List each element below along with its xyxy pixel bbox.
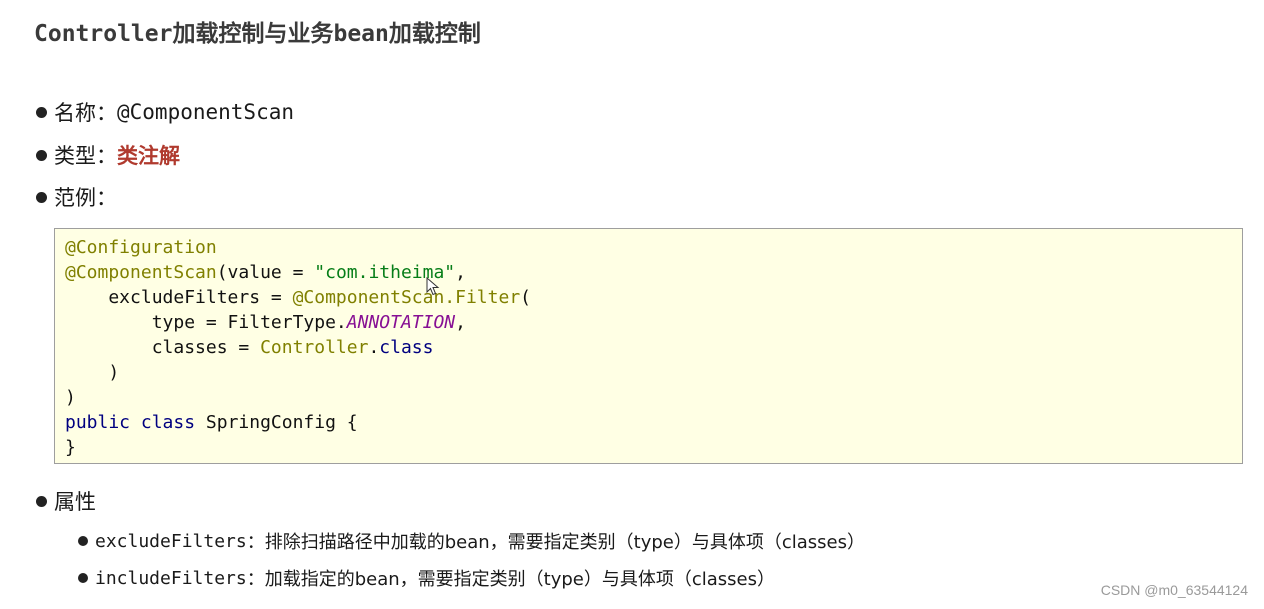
watermark: CSDN @m0_63544124 <box>1100 582 1248 598</box>
attr-name: excludeFilters <box>95 530 247 552</box>
code-token: class <box>140 412 196 433</box>
code-token: , <box>455 312 466 333</box>
code-block: @Configuration @ComponentScan(value = "c… <box>54 228 1243 464</box>
bullet-name: 名称： @ComponentScan <box>36 97 294 127</box>
code-token: class <box>379 337 434 358</box>
bullet-example: 范例： <box>36 182 117 212</box>
bullet-dot-icon <box>78 573 88 583</box>
attr-name: includeFilters <box>95 567 247 589</box>
attr-desc: ：排除扫描路径中加载的bean，需要指定类别（type）与具体项（classes… <box>246 532 866 553</box>
bullet-dot-icon <box>36 495 47 507</box>
bullet-dot-icon <box>78 536 88 546</box>
code-token: ) <box>65 387 76 408</box>
code-token: public <box>65 412 131 433</box>
page-title: Controller加载控制与业务bean加载控制 <box>34 21 481 47</box>
code-token: @ComponentScan.Filter <box>292 287 521 308</box>
code-token: (value = <box>216 262 315 283</box>
type-label: 类型： <box>54 144 117 168</box>
code-token: classes = <box>65 337 261 358</box>
code-token: type = FilterType. <box>65 312 347 333</box>
code-token: ( <box>520 287 531 308</box>
bullet-dot-icon <box>36 149 47 161</box>
attr-desc: ：加载指定的bean，需要指定类别（type）与具体项（classes） <box>246 569 776 590</box>
attributes-label: 属性 <box>54 490 96 514</box>
bullet-attributes: 属性 <box>36 486 96 516</box>
code-token: ANNOTATION <box>346 312 456 333</box>
code-token: @Configuration <box>65 237 217 258</box>
bullet-dot-icon <box>36 191 47 203</box>
bullet-type: 类型： 类注解 <box>36 140 180 170</box>
bullet-dot-icon <box>36 106 47 118</box>
type-value: 类注解 <box>117 144 180 168</box>
mouse-cursor-icon <box>426 277 440 296</box>
code-token: Controller <box>260 337 369 358</box>
example-label: 范例： <box>54 186 117 210</box>
attr-item: excludeFilters ：排除扫描路径中加载的bean，需要指定类别（ty… <box>78 528 865 554</box>
code-token: , <box>455 262 466 283</box>
code-token: . <box>368 337 380 358</box>
code-text: @Configuration @ComponentScan(value = "c… <box>65 235 531 460</box>
name-value: @ComponentScan <box>117 100 295 124</box>
code-token: excludeFilters = <box>65 287 293 308</box>
attr-item: includeFilters ：加载指定的bean，需要指定类别（type）与具… <box>78 565 775 591</box>
name-label: 名称： <box>54 101 117 125</box>
code-token: ) <box>65 362 120 383</box>
code-token: SpringConfig { <box>195 412 358 433</box>
code-token: } <box>65 437 76 458</box>
code-token: @ComponentScan <box>65 262 217 283</box>
